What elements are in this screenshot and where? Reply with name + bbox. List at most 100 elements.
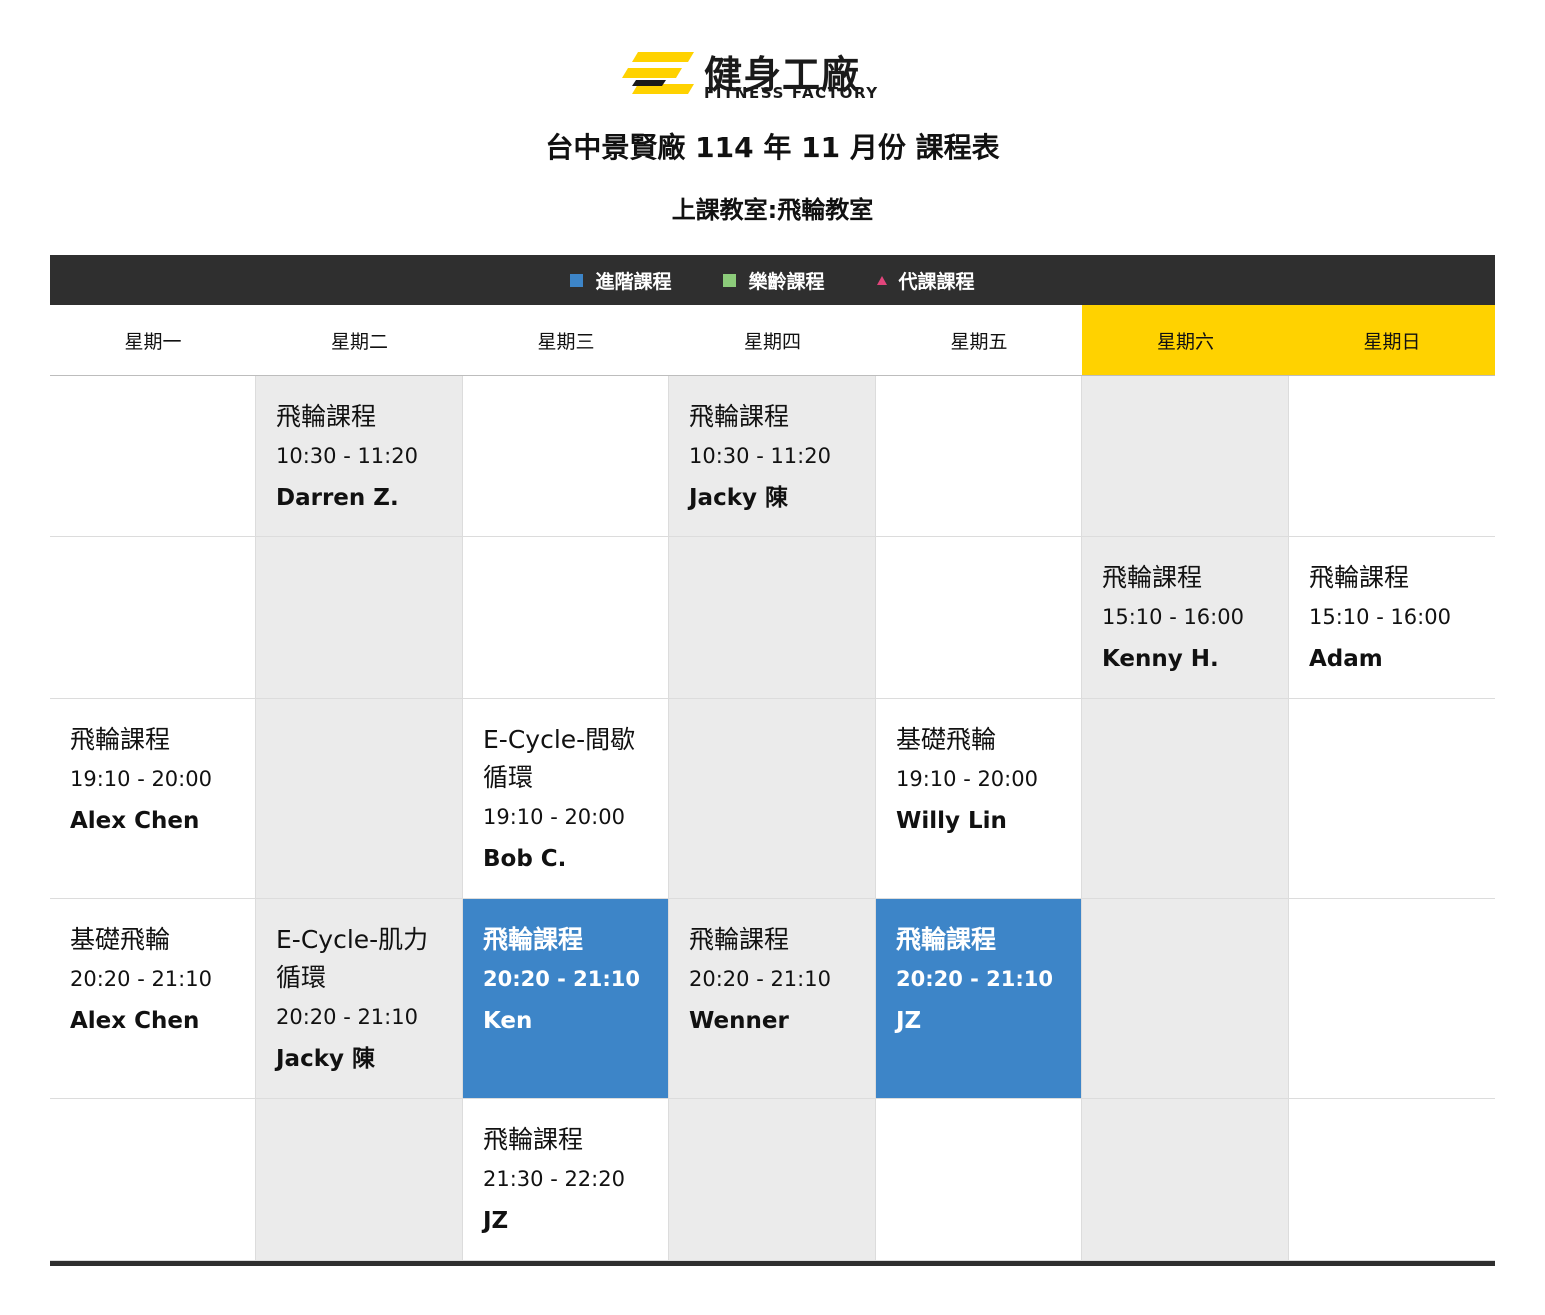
empty-cell <box>669 1099 876 1261</box>
empty-cell <box>463 537 669 699</box>
class-coach: JZ <box>896 1008 922 1034</box>
class-time: 10:30 - 11:20 <box>276 444 418 468</box>
day-header-wed: 星期三 <box>537 330 595 353</box>
class-name: 飛輪課程 <box>70 725 171 754</box>
class-name: 飛輪課程 <box>1102 563 1203 592</box>
class-name: E-Cycle-間歇循環 <box>483 725 636 792</box>
class-time: 20:20 - 21:10 <box>70 967 212 991</box>
empty-cell <box>1082 899 1289 1099</box>
class-time: 20:20 - 21:10 <box>276 1005 418 1029</box>
class-name: 飛輪課程 <box>483 1125 584 1154</box>
class-cell[interactable]: 飛輪課程 21:30 - 22:20 JZ <box>463 1099 669 1261</box>
table-bottom-border <box>50 1261 1495 1266</box>
class-coach: Adam <box>1309 646 1383 672</box>
empty-cell <box>50 537 256 699</box>
class-coach: Alex Chen <box>70 808 200 834</box>
class-cell[interactable]: 飛輪課程 20:20 - 21:10 JZ <box>876 899 1082 1099</box>
class-name: 飛輪課程 <box>483 925 584 954</box>
empty-cell <box>876 537 1082 699</box>
day-header-row: 星期一 星期二 星期三 星期四 星期五 星期六 星期日 <box>50 305 1495 376</box>
classroom-subtitle: 上課教室:飛輪教室 <box>671 196 874 224</box>
class-coach: Jacky 陳 <box>276 1046 376 1072</box>
legend-senior: 樂齡課程 <box>723 267 825 294</box>
class-cell[interactable]: 飛輪課程 19:10 - 20:00 Alex Chen <box>50 699 256 899</box>
class-time: 15:10 - 16:00 <box>1309 605 1451 629</box>
class-coach: Willy Lin <box>896 808 1007 834</box>
class-cell[interactable]: 基礎飛輪 20:20 - 21:10 Alex Chen <box>50 899 256 1099</box>
day-header-mon: 星期一 <box>124 330 182 353</box>
blue-square-icon <box>570 273 584 287</box>
legend-advanced-label: 進階課程 <box>595 270 672 293</box>
schedule-body: 飛輪課程 10:30 - 11:20 Darren Z. 飛輪課程 10:30 - 11… <box>50 376 1495 1261</box>
class-cell[interactable]: 飛輪課程 15:10 - 16:00 Adam <box>1289 537 1495 699</box>
logo-mark-icon <box>622 52 694 94</box>
empty-cell <box>256 699 463 899</box>
class-time: 19:10 - 20:00 <box>896 767 1038 791</box>
class-time: 20:20 - 21:10 <box>689 967 831 991</box>
class-name: 飛輪課程 <box>896 925 997 954</box>
day-header-thu: 星期四 <box>743 330 801 353</box>
empty-cell <box>1082 699 1289 899</box>
class-coach: Darren Z. <box>276 485 399 511</box>
pink-triangle-icon <box>876 275 887 285</box>
empty-cell <box>876 376 1082 537</box>
class-coach: Wenner <box>689 1008 789 1034</box>
empty-cell <box>256 537 463 699</box>
class-coach: Bob C. <box>483 846 567 872</box>
class-name: 飛輪課程 <box>689 402 790 431</box>
class-time: 20:20 - 21:10 <box>483 967 641 991</box>
green-square-icon <box>723 273 737 287</box>
class-name: 飛輪課程 <box>689 925 790 954</box>
empty-cell <box>1289 699 1495 899</box>
empty-cell <box>876 1099 1082 1261</box>
empty-cell <box>669 537 876 699</box>
class-cell[interactable]: 飛輪課程 10:30 - 11:20 Darren Z. <box>256 376 463 537</box>
class-name: 飛輪課程 <box>1309 563 1410 592</box>
logo-english-text: FITNESS FACTORY <box>704 84 879 102</box>
empty-cell <box>1082 376 1289 537</box>
schedule-table: 星期一 星期二 星期三 星期四 星期五 星期六 星期日 飛輪課程 10:30 - … <box>50 305 1495 1261</box>
page-title: 台中景賢廠 114 年 11 月份 課程表 <box>545 131 1000 164</box>
day-header-sat: 星期六 <box>1082 305 1289 375</box>
day-header-fri: 星期五 <box>950 330 1008 353</box>
class-time: 10:30 - 11:20 <box>689 444 831 468</box>
class-coach: Kenny H. <box>1102 646 1219 672</box>
class-name: 飛輪課程 <box>276 402 377 431</box>
empty-cell <box>50 1099 256 1261</box>
empty-cell <box>669 699 876 899</box>
empty-cell <box>256 1099 463 1261</box>
legend-advanced: 進階課程 <box>570 267 671 294</box>
class-coach: Ken <box>483 1008 533 1034</box>
legend-bar: 進階課程 樂齡課程 代課課程 <box>50 255 1495 305</box>
class-time: 19:10 - 20:00 <box>483 805 625 829</box>
class-cell[interactable]: E-Cycle-肌力循環 20:20 - 21:10 Jacky 陳 <box>256 899 463 1099</box>
class-cell[interactable]: 飛輪課程 10:30 - 11:20 Jacky 陳 <box>669 376 876 537</box>
day-header-sun: 星期日 <box>1289 305 1495 375</box>
class-cell[interactable]: 基礎飛輪 19:10 - 20:00 Willy Lin <box>876 699 1082 899</box>
empty-cell <box>1289 899 1495 1099</box>
class-time: 20:20 - 21:10 <box>896 967 1054 991</box>
class-name: 基礎飛輪 <box>896 725 997 754</box>
class-time: 21:30 - 22:20 <box>483 1167 625 1191</box>
class-coach: Jacky 陳 <box>689 485 789 511</box>
empty-cell <box>1289 376 1495 537</box>
class-cell[interactable]: 飛輪課程 20:20 - 21:10 Ken <box>463 899 669 1099</box>
day-header-tue: 星期二 <box>330 330 388 353</box>
empty-cell <box>1082 1099 1289 1261</box>
class-coach: Alex Chen <box>70 1008 200 1034</box>
class-coach: JZ <box>483 1208 509 1234</box>
class-time: 19:10 - 20:00 <box>70 767 212 791</box>
fitness-factory-logo: 健身工廠 FITNESS FACTORY <box>622 48 924 104</box>
class-time: 15:10 - 16:00 <box>1102 605 1244 629</box>
class-name: E-Cycle-肌力循環 <box>276 925 429 992</box>
class-name: 基礎飛輪 <box>70 925 171 954</box>
empty-cell <box>463 376 669 537</box>
legend-substitute-label: 代課課程 <box>898 270 975 293</box>
empty-cell <box>1289 1099 1495 1261</box>
empty-cell <box>50 376 256 537</box>
legend-senior-label: 樂齡課程 <box>748 270 825 293</box>
legend-substitute: 代課課程 <box>876 267 975 294</box>
class-cell[interactable]: 飛輪課程 20:20 - 21:10 Wenner <box>669 899 876 1099</box>
class-cell[interactable]: E-Cycle-間歇循環 19:10 - 20:00 Bob C. <box>463 699 669 899</box>
class-cell[interactable]: 飛輪課程 15:10 - 16:00 Kenny H. <box>1082 537 1289 699</box>
